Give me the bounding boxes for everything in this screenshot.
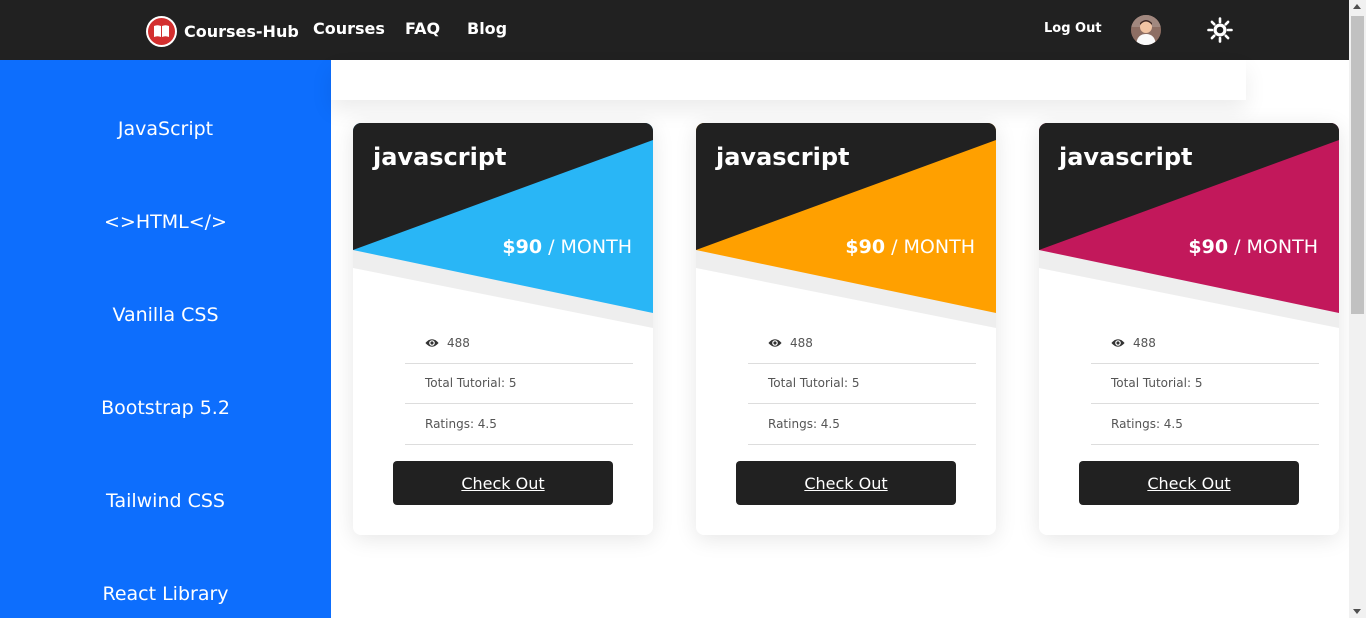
scroll-up-arrow-icon[interactable] [1353,4,1361,9]
course-card: javascript $90 / MONTH 488 Total Tutoria… [353,123,653,535]
card-info-list: 488 Total Tutorial: 5 Ratings: 4.5 [1091,323,1319,445]
sidebar-item-tailwind-css[interactable]: Tailwind CSS [0,490,331,512]
card-info-list: 488 Total Tutorial: 5 Ratings: 4.5 [748,323,976,445]
card-price: $90 / MONTH [1188,236,1318,258]
check-out-button[interactable]: Check Out [736,461,956,505]
header-shadow [331,60,1246,100]
card-title: javascript [373,143,507,171]
nav-link-faq[interactable]: FAQ [405,19,440,38]
views-row: 488 [748,323,976,364]
sidebar-item-javascript[interactable]: JavaScript [0,118,331,140]
price-period: / MONTH [548,236,632,258]
price-amount: $90 [1188,236,1229,258]
scroll-down-arrow-icon[interactable] [1353,609,1361,614]
check-out-button[interactable]: Check Out [393,461,613,505]
logout-link[interactable]: Log Out [1044,21,1102,36]
tutorial-row: Total Tutorial: 5 [405,364,633,404]
card-info-list: 488 Total Tutorial: 5 Ratings: 4.5 [405,323,633,445]
rating-row: Ratings: 4.5 [1091,404,1319,445]
price-amount: $90 [502,236,543,258]
sidebar-item-react-library[interactable]: React Library [0,583,331,605]
tutorial-row: Total Tutorial: 5 [1091,364,1319,404]
eye-icon [425,339,439,347]
top-navbar: Courses-Hub Courses FAQ Blog Log Out [0,0,1349,60]
price-period: / MONTH [891,236,975,258]
brand-link[interactable]: Courses-Hub [146,15,299,47]
views-row: 488 [405,323,633,364]
sidebar-item-html[interactable]: <>HTML</> [0,211,331,233]
card-title: javascript [716,143,850,171]
eye-icon [768,339,782,347]
brand-name: Courses-Hub [184,21,299,41]
scrollbar-thumb[interactable] [1351,16,1364,314]
tutorial-row: Total Tutorial: 5 [748,364,976,404]
sidebar-item-bootstrap[interactable]: Bootstrap 5.2 [0,397,331,419]
course-card: javascript $90 / MONTH 488 Total Tutoria… [1039,123,1339,535]
views-count: 488 [447,335,470,350]
eye-icon [1111,339,1125,347]
vertical-scrollbar[interactable] [1349,0,1366,618]
sidebar-item-vanilla-css[interactable]: Vanilla CSS [0,304,331,326]
brand-logo [146,15,177,47]
views-count: 488 [1133,335,1156,350]
card-title: javascript [1059,143,1193,171]
check-out-button[interactable]: Check Out [1079,461,1299,505]
views-row: 488 [1091,323,1319,364]
card-price: $90 / MONTH [502,236,632,258]
nav-link-blog[interactable]: Blog [467,19,507,38]
user-photo-icon [1131,15,1161,45]
sun-icon [1207,17,1233,43]
user-avatar[interactable] [1131,15,1161,45]
sidebar: JavaScript <>HTML</> Vanilla CSS Bootstr… [0,60,331,618]
price-amount: $90 [845,236,886,258]
views-count: 488 [790,335,813,350]
card-price: $90 / MONTH [845,236,975,258]
theme-toggle-button[interactable] [1207,17,1233,43]
nav-link-courses[interactable]: Courses [313,19,385,38]
open-book-icon [154,25,169,37]
rating-row: Ratings: 4.5 [748,404,976,445]
rating-row: Ratings: 4.5 [405,404,633,445]
course-card: javascript $90 / MONTH 488 Total Tutoria… [696,123,996,535]
price-period: / MONTH [1234,236,1318,258]
